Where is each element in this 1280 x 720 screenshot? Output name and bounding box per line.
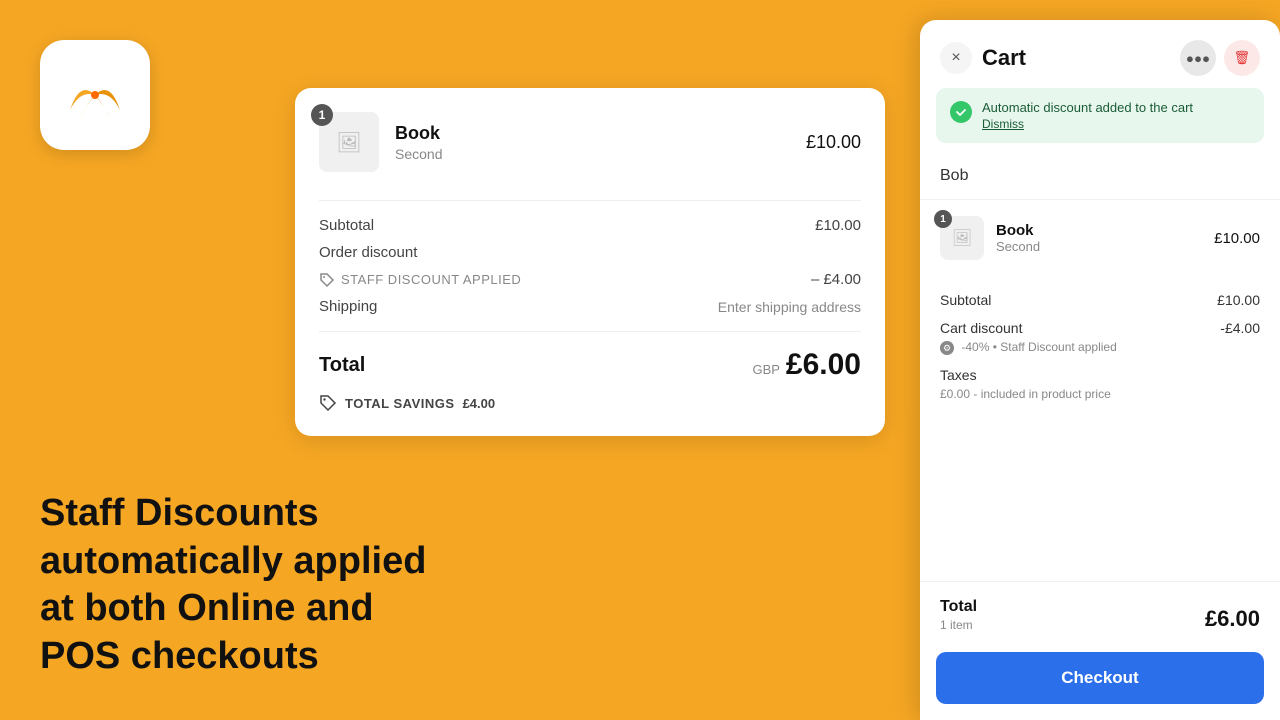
cart-discount-label: Cart discount [940,320,1022,336]
savings-amount: £4.00 [463,396,496,411]
cart-total-section: Total 1 item £6.00 [920,581,1280,644]
cart-panel: × Cart ●●● 🗑 Automatic discount added to… [920,20,1280,720]
cart-item-info: Book Second [996,222,1202,254]
product-image-placeholder: 🖼 [336,130,361,155]
total-currency: GBP [752,362,779,377]
cart-total-sub: 1 item [940,618,977,632]
cart-discount-info: Cart discount ⚙ -40% • Staff Discount ap… [940,320,1117,355]
cart-item-thumb-wrap: 🖼 1 [940,216,984,260]
cart-discount-value: -£4.00 [1220,320,1260,336]
cart-subtotal-row: Subtotal £10.00 [940,292,1260,308]
staff-discount-row: STAFF DISCOUNT APPLIED – £4.00 [319,271,861,288]
product-badge: 🖼 1 [319,112,395,172]
cart-item-name: Book [996,222,1202,239]
headline-line3: at both Online and [40,587,374,629]
customer-name: Bob [940,167,1260,185]
cart-item-row: 🖼 1 Book Second £10.00 [940,216,1260,260]
shipping-label: Shipping [319,298,377,315]
divider-1 [319,200,861,201]
cart-subtotal-value: £10.00 [1217,292,1260,308]
headline-text: Staff Discounts automatically applied at… [40,490,490,680]
product-row: 🖼 1 Book Second £10.00 [319,112,861,172]
notification-text-wrap: Automatic discount added to the cart Dis… [982,100,1193,131]
cart-total-row: Total 1 item £6.00 [940,598,1260,632]
cart-total-label: Total [940,598,977,616]
cart-discount-sub: ⚙ -40% • Staff Discount applied [940,340,1117,355]
cart-item-image-placeholder: 🖼 [952,228,972,248]
order-discount-row: Order discount [319,244,861,261]
subtotal-value: £10.00 [815,217,861,234]
cart-notification: Automatic discount added to the cart Dis… [936,88,1264,143]
total-amount: £6.00 [786,348,861,382]
cart-taxes-label: Taxes [940,367,977,383]
notification-check-icon [950,101,972,123]
savings-label: TOTAL SAVINGS [345,396,455,411]
headline-line1: Staff Discounts [40,492,319,534]
cart-actions: ●●● 🗑 [1180,40,1260,76]
cart-item-price: £10.00 [1214,230,1260,247]
total-label: Total [319,354,365,377]
cart-total-info: Total 1 item [940,598,977,632]
product-variant: Second [395,146,806,162]
subtotal-row: Subtotal £10.00 [319,217,861,234]
receipt-card: 🖼 1 Book Second £10.00 Subtotal £10.00 O… [295,88,885,436]
product-quantity-badge: 1 [311,104,333,126]
tag-icon [319,272,335,288]
subtotal-label: Subtotal [319,217,374,234]
headline-line4: POS checkouts [40,635,319,677]
shipping-row: Shipping Enter shipping address [319,298,861,315]
cart-subtotal-label: Subtotal [940,292,991,308]
headline: Staff Discounts automatically applied at… [40,490,490,680]
staff-discount-label: STAFF DISCOUNT APPLIED [319,272,521,288]
cart-header: × Cart ●●● 🗑 [920,20,1280,88]
savings-icon [319,394,337,412]
staff-discount-value: – £4.00 [811,271,861,288]
notification-message: Automatic discount added to the cart [982,100,1193,115]
more-dots-icon: ●●● [1186,51,1210,66]
checkout-button[interactable]: Checkout [936,652,1264,704]
discount-sub-icon: ⚙ [940,341,954,355]
shipping-value: Enter shipping address [718,299,861,315]
total-value-wrap: GBP £6.00 [752,348,861,382]
cart-taxes-info: Taxes £0.00 - included in product price [940,367,1111,401]
cart-total-value: £6.00 [1205,606,1260,632]
product-info: Book Second [395,123,806,162]
order-discount-label: Order discount [319,244,417,261]
cart-item-badge: 1 [934,210,952,228]
cart-summary-section: Subtotal £10.00 Cart discount ⚙ -40% • S… [920,292,1280,413]
cart-customer-section: Bob [920,155,1280,200]
delete-icon: 🗑 [1234,50,1251,66]
product-name: Book [395,123,806,144]
cart-more-button[interactable]: ●●● [1180,40,1216,76]
divider-2 [319,331,861,332]
cart-title: Cart [982,45,1180,71]
cart-item-variant: Second [996,239,1202,254]
checkmark-icon [955,106,967,118]
total-row: Total GBP £6.00 [319,348,861,382]
savings-row: TOTAL SAVINGS £4.00 [319,394,861,412]
cart-items-section: 🖼 1 Book Second £10.00 [920,200,1280,292]
product-price: £10.00 [806,132,861,153]
headline-line2: automatically applied [40,540,426,582]
cart-close-button[interactable]: × [940,42,972,74]
cart-discount-row: Cart discount ⚙ -40% • Staff Discount ap… [940,320,1260,355]
app-icon [40,40,150,150]
cart-taxes-sub: £0.00 - included in product price [940,387,1111,401]
notification-dismiss-button[interactable]: Dismiss [982,117,1024,131]
cart-taxes-row: Taxes £0.00 - included in product price [940,367,1260,401]
cart-delete-button[interactable]: 🗑 [1224,40,1260,76]
